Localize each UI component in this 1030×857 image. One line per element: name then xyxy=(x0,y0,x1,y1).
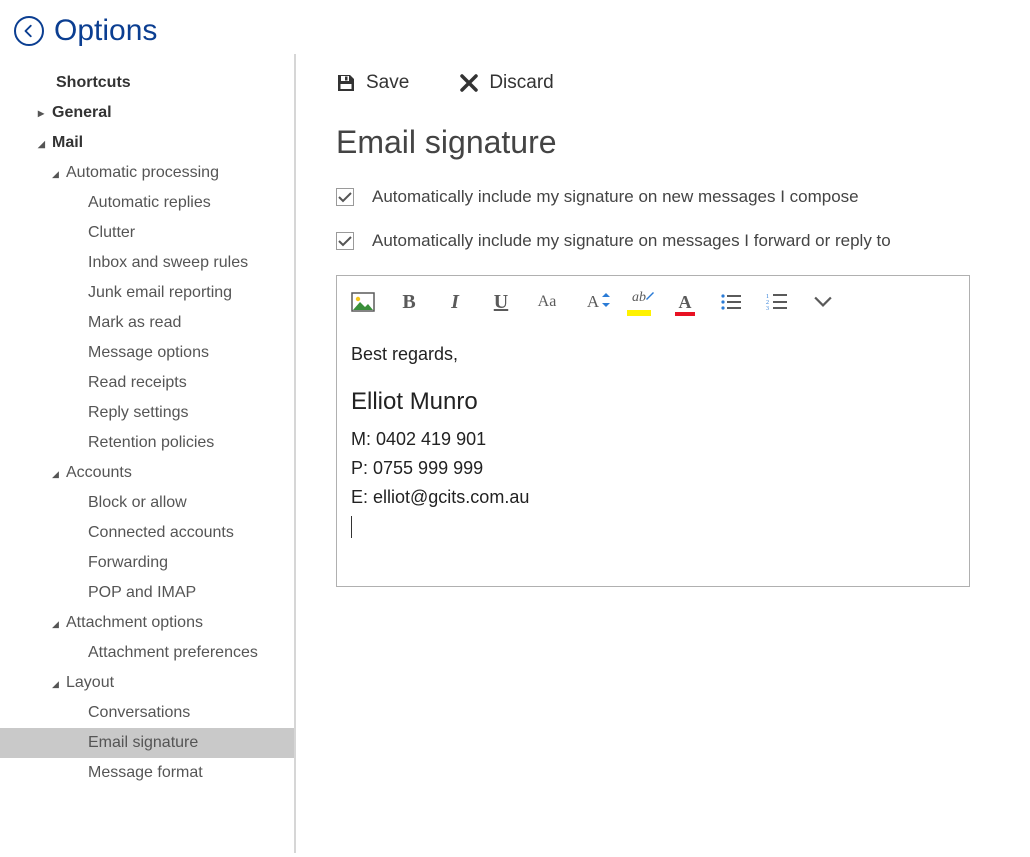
main-content: Save Discard Email signature Automatical… xyxy=(296,54,1030,853)
sidebar-conversations[interactable]: Conversations xyxy=(0,698,294,728)
font-size-button[interactable]: A xyxy=(581,290,605,314)
checkbox-reply-label: Automatically include my signature on me… xyxy=(372,231,891,251)
sidebar-block-allow[interactable]: Block or allow xyxy=(0,488,294,518)
save-label: Save xyxy=(366,72,409,94)
signature-textarea[interactable]: Best regards, Elliot Munro M: 0402 419 9… xyxy=(337,324,969,586)
svg-text:3: 3 xyxy=(766,306,769,311)
sidebar-automatic-replies[interactable]: Automatic replies xyxy=(0,188,294,218)
sidebar-general[interactable]: General xyxy=(0,98,294,128)
sidebar-accounts[interactable]: Accounts xyxy=(0,458,294,488)
close-icon xyxy=(459,73,479,93)
more-button[interactable] xyxy=(811,290,835,314)
updown-icon xyxy=(601,293,611,307)
checkbox-icon[interactable] xyxy=(336,188,354,206)
pencil-icon xyxy=(645,290,655,300)
signature-mobile: M: 0402 419 901 xyxy=(351,425,955,454)
sidebar-junk-reporting[interactable]: Junk email reporting xyxy=(0,278,294,308)
arrow-left-icon xyxy=(22,24,36,38)
chevron-down-icon xyxy=(814,296,832,308)
sidebar-pop-imap[interactable]: POP and IMAP xyxy=(0,578,294,608)
italic-button[interactable]: I xyxy=(443,290,467,314)
signature-phone: P: 0755 999 999 xyxy=(351,454,955,483)
back-button[interactable] xyxy=(14,16,44,46)
page-title: Options xyxy=(54,14,157,48)
image-icon xyxy=(351,292,375,312)
section-heading: Email signature xyxy=(336,124,990,161)
font-name-button[interactable]: Aa xyxy=(535,290,559,314)
sidebar-email-signature[interactable]: Email signature xyxy=(0,728,294,758)
signature-name: Elliot Munro xyxy=(351,383,955,421)
sidebar-message-options[interactable]: Message options xyxy=(0,338,294,368)
insert-image-button[interactable] xyxy=(351,290,375,314)
sidebar: Shortcuts General Mail Automatic process… xyxy=(0,54,296,853)
bold-button[interactable]: B xyxy=(397,290,421,314)
save-icon xyxy=(336,73,356,93)
signature-greeting: Best regards, xyxy=(351,340,955,369)
discard-label: Discard xyxy=(489,72,553,94)
text-cursor xyxy=(351,516,352,538)
checkbox-include-compose[interactable]: Automatically include my signature on ne… xyxy=(336,187,990,207)
signature-editor: B I U Aa A ab A xyxy=(336,275,970,587)
checkbox-compose-label: Automatically include my signature on ne… xyxy=(372,187,859,207)
discard-button[interactable]: Discard xyxy=(459,72,553,94)
sidebar-message-format[interactable]: Message format xyxy=(0,758,294,788)
action-toolbar: Save Discard xyxy=(336,72,990,94)
underline-button[interactable]: U xyxy=(489,290,513,314)
sidebar-reply-settings[interactable]: Reply settings xyxy=(0,398,294,428)
sidebar-mail[interactable]: Mail xyxy=(0,128,294,158)
sidebar-shortcuts[interactable]: Shortcuts xyxy=(0,68,294,98)
font-color-button[interactable]: A xyxy=(673,290,697,314)
sidebar-clutter[interactable]: Clutter xyxy=(0,218,294,248)
sidebar-inbox-rules[interactable]: Inbox and sweep rules xyxy=(0,248,294,278)
checkbox-include-reply[interactable]: Automatically include my signature on me… xyxy=(336,231,990,251)
sidebar-attachment-options[interactable]: Attachment options xyxy=(0,608,294,638)
numbering-button[interactable]: 1 2 3 xyxy=(765,290,789,314)
sidebar-retention-policies[interactable]: Retention policies xyxy=(0,428,294,458)
sidebar-automatic-processing[interactable]: Automatic processing xyxy=(0,158,294,188)
bullets-icon xyxy=(720,293,742,311)
save-button[interactable]: Save xyxy=(336,72,409,94)
sidebar-read-receipts[interactable]: Read receipts xyxy=(0,368,294,398)
signature-email: E: elliot@gcits.com.au xyxy=(351,483,955,512)
sidebar-forwarding[interactable]: Forwarding xyxy=(0,548,294,578)
sidebar-connected-accounts[interactable]: Connected accounts xyxy=(0,518,294,548)
highlight-button[interactable]: ab xyxy=(627,290,651,314)
sidebar-mark-as-read[interactable]: Mark as read xyxy=(0,308,294,338)
editor-toolbar: B I U Aa A ab A xyxy=(337,276,969,324)
checkbox-icon[interactable] xyxy=(336,232,354,250)
sidebar-attachment-preferences[interactable]: Attachment preferences xyxy=(0,638,294,668)
sidebar-layout[interactable]: Layout xyxy=(0,668,294,698)
numbering-icon: 1 2 3 xyxy=(766,293,788,311)
bullets-button[interactable] xyxy=(719,290,743,314)
